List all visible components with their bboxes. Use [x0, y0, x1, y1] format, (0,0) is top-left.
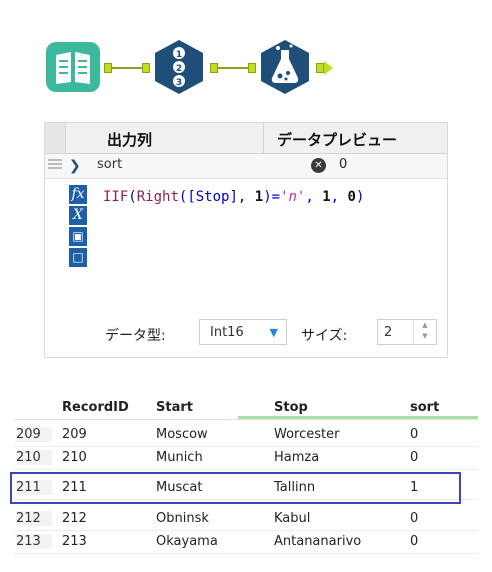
- svg-text:3: 3: [176, 78, 182, 88]
- data-type-value: Int16: [210, 325, 244, 340]
- cell-recordid[interactable]: 212: [62, 511, 87, 526]
- cell-start[interactable]: Obninsk: [156, 511, 209, 526]
- variable-x-icon[interactable]: X: [69, 206, 87, 225]
- cell-recordid[interactable]: 210: [62, 450, 87, 465]
- highlighted-row-box: [10, 472, 461, 504]
- table-row[interactable]: 210 210 Munich Hamza 0: [14, 447, 478, 470]
- table-header: RecordID Start Stop sort: [14, 398, 478, 418]
- output-anchor[interactable]: [316, 63, 324, 73]
- connection-line: [218, 67, 248, 69]
- output-anchor[interactable]: [210, 63, 218, 73]
- table-row[interactable]: 209 209 Moscow Worcester 0: [14, 424, 478, 447]
- cell-sort[interactable]: 0: [410, 450, 418, 465]
- size-stepper[interactable]: ▲ ▼: [413, 320, 436, 344]
- header-divider: [14, 419, 478, 420]
- size-value: 2: [384, 325, 393, 340]
- connection-line: [112, 67, 142, 69]
- drag-handle-icon[interactable]: [48, 159, 62, 171]
- col-header-sort[interactable]: sort: [410, 400, 439, 415]
- book-input-icon: [46, 42, 100, 92]
- expr-operator: =: [271, 189, 281, 205]
- input-data-tool[interactable]: [44, 40, 102, 94]
- size-label: サイズ:: [301, 328, 348, 344]
- header-separator: [263, 123, 264, 153]
- svg-text:1: 1: [176, 50, 182, 60]
- input-anchor[interactable]: [248, 63, 256, 73]
- workflow-canvas: 1 2 3: [0, 0, 492, 110]
- record-id-icon: 1 2 3: [155, 40, 203, 94]
- expr-function-iif: IIF: [103, 189, 129, 205]
- expr-false-value: 0: [347, 189, 356, 205]
- spin-up-icon[interactable]: ▲: [414, 320, 436, 331]
- save-icon[interactable]: □: [69, 248, 87, 267]
- cell-sort[interactable]: 0: [410, 511, 418, 526]
- data-preview-header: データプレビュー: [277, 131, 398, 149]
- open-folder-icon[interactable]: ▣: [69, 227, 87, 246]
- output-field-name[interactable]: sort: [97, 157, 122, 172]
- function-fx-icon[interactable]: fx: [69, 185, 87, 204]
- formula-flask-icon: [261, 40, 309, 94]
- output-arrow-icon: [324, 61, 333, 75]
- expression-toolbar: fx X ▣ □: [69, 185, 87, 269]
- cell-sort[interactable]: 0: [410, 534, 418, 549]
- chevron-down-icon[interactable]: ❯: [69, 158, 81, 174]
- formula-tool[interactable]: [256, 38, 314, 96]
- caret-down-icon: ▼: [269, 326, 278, 339]
- formula-config-panel: 出力列 データプレビュー ❯ sort ✕ 0 fx X ▣ □ IIF(Rig…: [44, 122, 448, 358]
- row-number: 212: [16, 511, 52, 526]
- panel-header: 出力列 データプレビュー: [45, 123, 447, 154]
- expr-arg: 1: [254, 189, 264, 205]
- cell-stop[interactable]: Kabul: [274, 511, 310, 526]
- cell-start[interactable]: Moscow: [156, 427, 208, 442]
- expr-field-ref: [Stop]: [187, 189, 238, 205]
- col-header-stop[interactable]: Stop: [274, 400, 308, 415]
- output-anchor[interactable]: [104, 63, 112, 73]
- svg-text:2: 2: [176, 64, 182, 74]
- spin-down-icon[interactable]: ▼: [414, 331, 436, 342]
- expr-literal: 'n': [280, 189, 306, 205]
- output-column-header: 出力列: [107, 131, 153, 149]
- data-type-label: データ型:: [105, 328, 166, 344]
- input-anchor[interactable]: [142, 63, 150, 73]
- size-input[interactable]: 2 ▲ ▼: [377, 319, 437, 345]
- header-grip: [45, 123, 66, 153]
- cell-recordid[interactable]: 209: [62, 427, 87, 442]
- expression-editor[interactable]: IIF(Right([Stop], 1)='n', 1, 0): [103, 189, 364, 205]
- col-header-start[interactable]: Start: [156, 400, 193, 415]
- row-number: 210: [16, 450, 52, 465]
- cell-recordid[interactable]: 213: [62, 534, 87, 549]
- cell-stop[interactable]: Antananarivo: [274, 534, 361, 549]
- cell-start[interactable]: Munich: [156, 450, 203, 465]
- cell-sort[interactable]: 0: [410, 427, 418, 442]
- col-header-recordid[interactable]: RecordID: [62, 400, 129, 415]
- expr-true-value: 1: [322, 189, 331, 205]
- preview-value: 0: [339, 157, 348, 172]
- row-number: 213: [16, 534, 52, 549]
- formula-field-row[interactable]: ❯ sort ✕ 0: [45, 154, 447, 179]
- table-row[interactable]: 212 212 Obninsk Kabul 0: [14, 508, 478, 531]
- cell-start[interactable]: Okayama: [156, 534, 218, 549]
- cell-stop[interactable]: Worcester: [274, 427, 339, 442]
- record-id-tool[interactable]: 1 2 3: [150, 38, 208, 96]
- close-icon[interactable]: ✕: [311, 158, 326, 173]
- expr-function-right: Right: [136, 189, 179, 205]
- data-type-select[interactable]: Int16 ▼: [199, 319, 287, 345]
- row-number: 209: [16, 427, 52, 442]
- table-row[interactable]: 213 213 Okayama Antananarivo 0: [14, 531, 478, 554]
- cell-stop[interactable]: Hamza: [274, 450, 319, 465]
